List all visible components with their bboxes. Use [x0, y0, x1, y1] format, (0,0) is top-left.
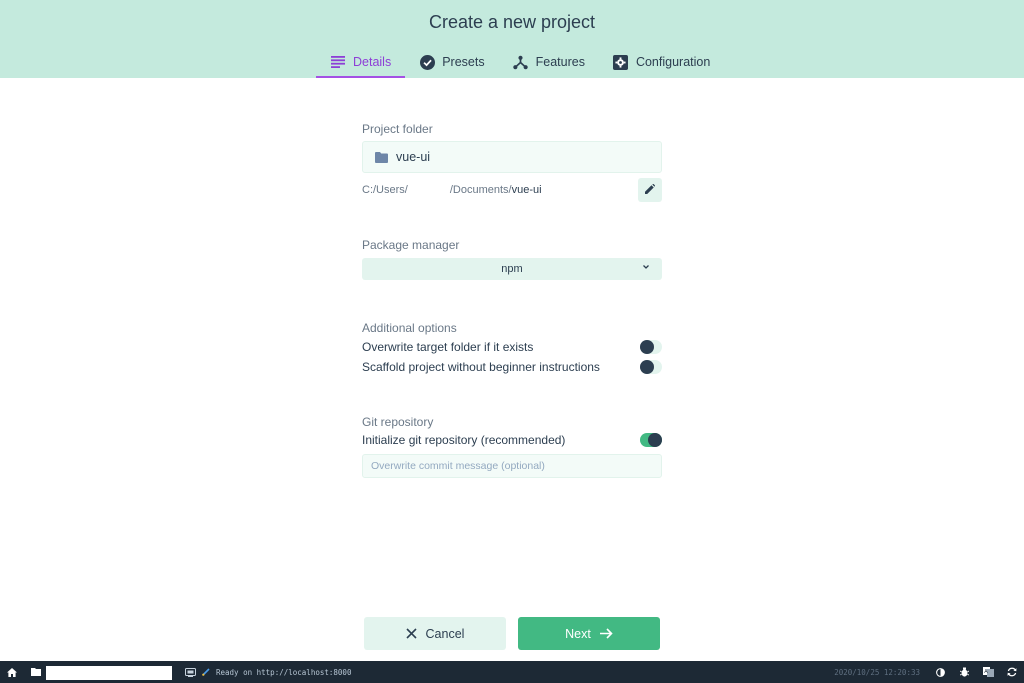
- folder-icon: [375, 151, 388, 163]
- status-right: 2020/10/25 12:20:33 A: [834, 661, 1024, 683]
- console-icon[interactable]: [178, 661, 202, 683]
- package-manager-value: npm: [501, 263, 523, 275]
- scaffold-option: Scaffold project without beginner instru…: [362, 358, 662, 376]
- header: Create a new project Details Presets Fea…: [0, 0, 1024, 78]
- toggle-knob: [640, 360, 654, 374]
- tab-label: Presets: [442, 55, 485, 69]
- home-icon[interactable]: [0, 661, 24, 683]
- cancel-label: Cancel: [425, 626, 465, 641]
- option-label: Scaffold project without beginner instru…: [362, 360, 600, 374]
- next-label: Next: [565, 626, 591, 641]
- pencil-icon: [645, 181, 655, 199]
- page-title: Create a new project: [428, 12, 596, 32]
- tab-configuration[interactable]: Configuration: [599, 46, 724, 78]
- check-circle-icon: [419, 54, 435, 70]
- package-manager-label: Package manager: [362, 238, 460, 252]
- refresh-icon[interactable]: [1000, 661, 1024, 683]
- cancel-button[interactable]: Cancel: [364, 617, 506, 650]
- toggle-knob: [648, 433, 662, 447]
- svg-text:A: A: [984, 669, 988, 675]
- folder-icon[interactable]: [24, 661, 48, 683]
- tab-label: Features: [535, 55, 585, 69]
- tab-label: Configuration: [635, 55, 711, 69]
- datetime: 2020/10/25 12:20:33: [834, 667, 920, 677]
- additional-options-label: Additional options: [362, 321, 457, 335]
- option-label: Overwrite target folder if it exists: [362, 340, 534, 354]
- scaffold-toggle[interactable]: [640, 360, 662, 374]
- brush-icon: [202, 668, 210, 676]
- package-manager-select[interactable]: npm: [362, 258, 662, 280]
- fork-icon: [513, 54, 529, 70]
- toggle-knob: [640, 340, 654, 354]
- redacted-path-overlay: [46, 666, 172, 680]
- step-tabs: Details Presets Features Configuration: [316, 46, 724, 78]
- status-text: Ready on http://localhost:8000: [216, 667, 352, 677]
- tab-label: Details: [353, 55, 392, 69]
- project-folder-field[interactable]: vue-ui: [362, 141, 662, 173]
- overwrite-folder-toggle[interactable]: [640, 340, 662, 354]
- project-folder-label: Project folder: [362, 122, 433, 136]
- path-prefix: C:/Users/: [362, 184, 408, 196]
- arrow-right-icon: [599, 628, 613, 639]
- edit-path-button[interactable]: [638, 178, 662, 202]
- list-icon: [330, 54, 346, 70]
- overwrite-folder-option: Overwrite target folder if it exists: [362, 338, 662, 356]
- chevron-down-icon: [642, 262, 650, 274]
- tab-details[interactable]: Details: [316, 46, 406, 78]
- path-name: vue-ui: [511, 184, 542, 196]
- project-path: C:/Users/ /Documents/vue-ui: [362, 184, 542, 196]
- path-middle: /Documents/: [449, 184, 512, 196]
- project-folder-value: vue-ui: [396, 150, 431, 164]
- close-icon: [405, 628, 417, 639]
- tab-features[interactable]: Features: [499, 46, 599, 78]
- dark-mode-icon[interactable]: [928, 661, 952, 683]
- bug-icon[interactable]: [952, 661, 976, 683]
- translate-icon[interactable]: A: [976, 661, 1000, 683]
- settings-box-icon: [613, 54, 629, 70]
- init-git-toggle[interactable]: [640, 433, 662, 447]
- next-button[interactable]: Next: [518, 617, 660, 650]
- option-label: Initialize git repository (recommended): [362, 433, 566, 447]
- git-repository-label: Git repository: [362, 415, 434, 429]
- commit-message-input[interactable]: [362, 454, 662, 478]
- tab-presets[interactable]: Presets: [405, 46, 498, 78]
- init-git-option: Initialize git repository (recommended): [362, 431, 662, 449]
